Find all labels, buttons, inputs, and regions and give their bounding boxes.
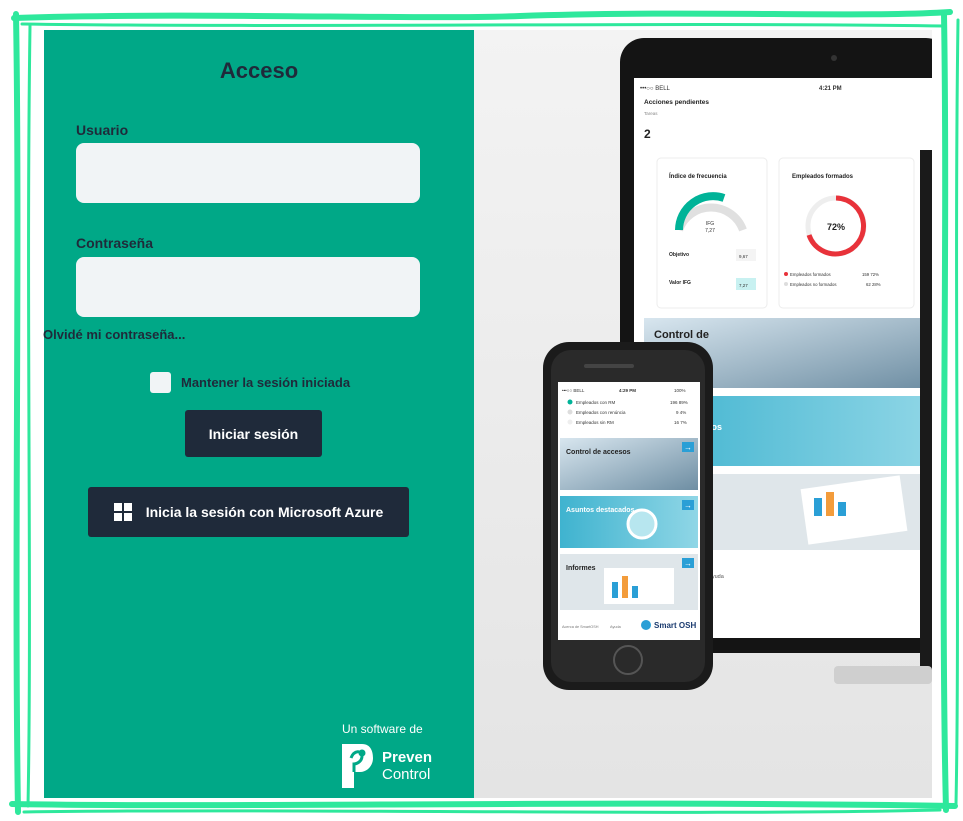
keep-session-row[interactable]: Mantener la sesión iniciada	[150, 372, 350, 393]
prevencontrol-logo-icon	[342, 744, 373, 788]
phone-footer-mid: Ayuda	[610, 625, 622, 629]
software-by-text: Un software de	[342, 722, 423, 736]
svg-text:→: →	[684, 501, 692, 510]
password-label: Contraseña	[76, 235, 154, 251]
tablet-trained-row1-vals: 159 72%	[862, 272, 879, 277]
tablet-ifg-value: 7,27	[705, 228, 715, 234]
tablet-time: 4:21 PM	[819, 86, 842, 92]
svg-text:→: →	[684, 443, 692, 452]
login-button[interactable]: Iniciar sesión	[185, 410, 322, 457]
tablet-pending-title: Acciones pendientes	[644, 99, 709, 106]
tablet-trained-row2-vals: 62 28%	[866, 282, 881, 287]
keep-session-checkbox[interactable]	[150, 372, 171, 393]
smartosh-logo-icon	[641, 620, 651, 630]
tablet-objetivo-value: 9,67	[739, 254, 748, 259]
phone-tile1-label: Control de accesos	[566, 449, 631, 456]
phone-battery: 100%	[674, 388, 686, 393]
tablet-freq-title: Índice de frecuencia	[669, 172, 727, 180]
tablet-valor-value: 7,27	[739, 283, 748, 288]
tablet-trained-row1: Empleados formados	[790, 272, 831, 277]
phone-row1-vals: 196 89%	[670, 400, 688, 405]
devices-illustration: •••○○ BELL 4:21 PM Acciones pendientes T…	[474, 30, 932, 798]
phone-row2-label: Empleados con renúncia	[576, 410, 626, 415]
tablet-trained-row2: Empleados no formados	[790, 282, 837, 287]
tablet-objetivo-label: Objetivo	[669, 252, 689, 258]
password-input[interactable]	[76, 257, 420, 317]
tablet-pending-sub: Tareas	[644, 111, 658, 116]
logo-word-preven: Preven	[382, 749, 433, 766]
tablet-carrier: •••○○ BELL	[640, 86, 671, 92]
svg-text:→: →	[684, 559, 692, 568]
prevencontrol-logo: Preven Control	[340, 742, 432, 790]
phone-brand: Smart OSH	[654, 621, 696, 630]
forgot-password-link[interactable]: Olvidé mi contraseña...	[43, 327, 185, 342]
page-title: Acceso	[219, 58, 299, 83]
azure-login-label: Inicia la sesión con Microsoft Azure	[145, 504, 384, 520]
phone-footer-left: Acerca de SmartOSH	[562, 625, 599, 629]
phone-time: 4:29 PM	[619, 388, 636, 393]
phone-carrier: •••○○ BELL	[562, 388, 585, 393]
phone-tile2-label: Asuntos destacados	[566, 507, 635, 514]
phone-row2-vals: 9 4%	[676, 410, 686, 415]
phone-row3-label: Empleados sin RM	[576, 420, 614, 425]
tablet-trained-pct: 72%	[827, 222, 845, 232]
logo-word-control: Control	[382, 766, 431, 783]
windows-icon	[113, 503, 132, 521]
product-photo: •••○○ BELL 4:21 PM Acciones pendientes T…	[474, 30, 932, 798]
phone-row1-label: Empleados con RM	[576, 400, 616, 405]
tablet-ifg-label: IFG	[706, 221, 714, 227]
tablet-trained-title: Empleados formados	[792, 174, 854, 180]
username-label: Usuario	[76, 122, 129, 138]
phone-row3-vals: 16 7%	[674, 420, 687, 425]
tablet-pending-value: 2	[644, 127, 651, 141]
phone-tile3-label: Informes	[566, 565, 596, 572]
username-input[interactable]	[76, 143, 420, 203]
azure-login-button[interactable]: Inicia la sesión con Microsoft Azure	[88, 487, 409, 537]
keep-session-label: Mantener la sesión iniciada	[181, 375, 351, 390]
tablet-tile-control: Control de	[654, 329, 709, 341]
tablet-valor-label: Valor IFG	[669, 280, 691, 286]
